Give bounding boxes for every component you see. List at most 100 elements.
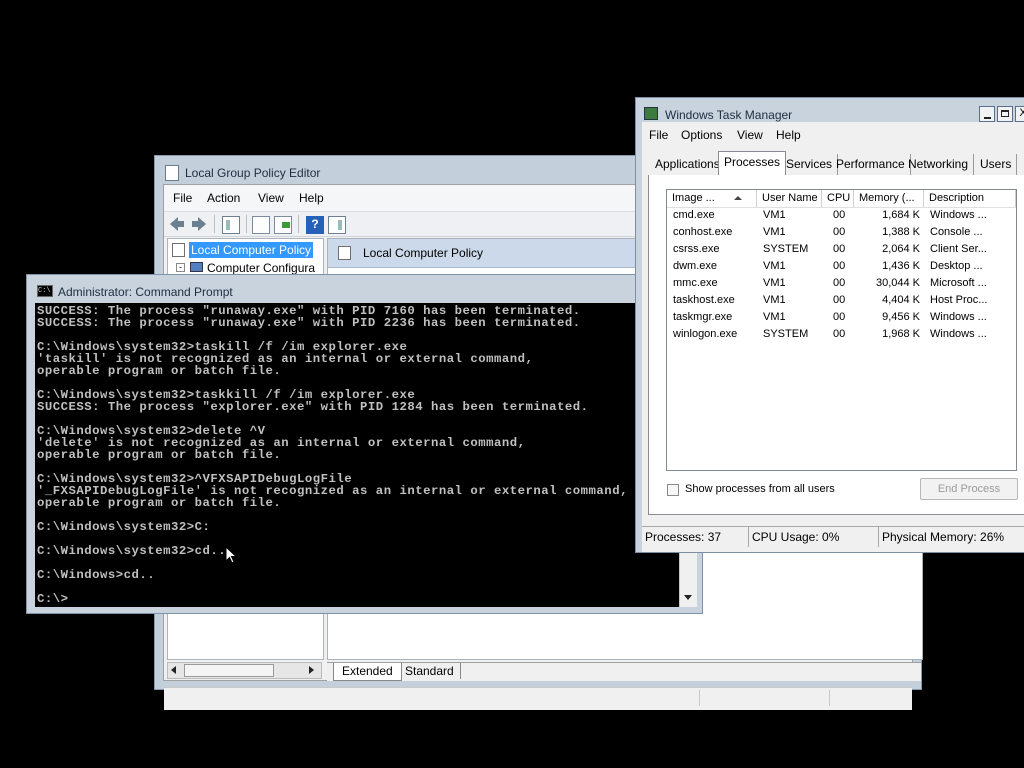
process-image-name: conhost.exe — [673, 226, 733, 238]
tm-menu-view[interactable]: View — [737, 128, 763, 142]
column-user-name[interactable]: User Name — [757, 190, 822, 207]
process-cpu: 00 — [833, 243, 846, 255]
process-description: Windows ... — [930, 209, 987, 221]
scroll-right-arrow-icon[interactable] — [309, 666, 314, 674]
process-rows: cmd.exe VM1 00 1,684 K Windows ... conhost.ex… — [667, 207, 1016, 467]
tab-networking[interactable]: Networking — [903, 154, 975, 175]
computer-icon — [190, 262, 203, 272]
process-cpu: 00 — [833, 260, 846, 272]
show-hide-tree-icon[interactable] — [222, 216, 240, 234]
end-process-button[interactable]: End Process — [920, 478, 1018, 500]
process-row[interactable]: cmd.exe VM1 00 1,684 K Windows ... — [667, 207, 1015, 224]
column-cpu[interactable]: CPU — [822, 190, 854, 207]
process-description: Host Proc... — [930, 294, 988, 306]
process-description: Windows ... — [930, 311, 987, 323]
tree-item-local-computer-policy[interactable]: Local Computer Policy — [172, 242, 318, 258]
column-description[interactable]: Description — [924, 190, 1016, 207]
process-memory: 4,404 K — [882, 294, 920, 306]
process-user-name: VM1 — [763, 226, 786, 238]
task-manager-app-icon — [644, 107, 658, 120]
column-label: Image ... — [672, 192, 715, 204]
collapse-box-icon[interactable]: - — [176, 263, 185, 272]
minimize-button[interactable] — [979, 106, 995, 122]
process-memory: 1,436 K — [882, 260, 920, 272]
tree-item-label: Local Computer Policy — [189, 242, 314, 258]
gpe-menu-file[interactable]: File — [173, 191, 192, 205]
forward-arrow-icon[interactable] — [191, 216, 207, 232]
gpe-window-title: Local Group Policy Editor — [185, 166, 321, 180]
process-description: Windows ... — [930, 328, 987, 340]
console-output[interactable]: SUCCESS: The process "runaway.exe" with … — [35, 303, 679, 607]
process-description: Console ... — [930, 226, 983, 238]
gpe-menu-view[interactable]: View — [258, 191, 284, 205]
gpe-menu-action[interactable]: Action — [207, 191, 240, 205]
maximize-button[interactable] — [997, 106, 1013, 122]
toolbar-separator — [214, 215, 215, 233]
tab-users[interactable]: Users — [975, 154, 1018, 175]
process-row[interactable]: mmc.exe VM1 00 30,044 K Microsoft ... — [667, 275, 1015, 292]
process-memory: 1,388 K — [882, 226, 920, 238]
process-image-name: mmc.exe — [673, 277, 718, 289]
process-row[interactable]: dwm.exe VM1 00 1,436 K Desktop ... — [667, 258, 1015, 275]
show-all-users-label[interactable]: Show processes from all users — [685, 483, 835, 495]
process-description: Client Ser... — [930, 243, 987, 255]
gpe-status-bar — [164, 687, 912, 710]
process-image-name: dwm.exe — [673, 260, 718, 272]
column-image-name[interactable]: Image ... — [667, 190, 757, 207]
process-image-name: taskmgr.exe — [673, 311, 733, 323]
tm-menu-file[interactable]: File — [649, 128, 668, 142]
tab-standard[interactable]: Standard — [399, 663, 461, 679]
tree-horizontal-scrollbar[interactable] — [167, 662, 322, 679]
sort-ascending-icon — [734, 196, 742, 200]
tab-extended[interactable]: Extended — [333, 663, 402, 681]
tm-menu-bar: File Options View Help — [642, 122, 1024, 144]
close-button[interactable]: X — [1015, 106, 1024, 122]
process-row[interactable]: conhost.exe VM1 00 1,388 K Console ... — [667, 224, 1015, 241]
tab-processes[interactable]: Processes — [718, 151, 787, 175]
process-list-header: Image ... User Name CPU Memory (... Desc… — [667, 190, 1016, 208]
status-physical-memory: Physical Memory: 26% — [882, 530, 1005, 544]
cmd-app-icon: C:\ — [37, 285, 53, 297]
show-all-users-checkbox[interactable] — [667, 484, 679, 496]
process-image-name: taskhost.exe — [673, 294, 735, 306]
process-description: Desktop ... — [930, 260, 983, 272]
policy-document-icon — [338, 246, 351, 260]
process-image-name: csrss.exe — [673, 243, 720, 255]
show-action-pane-icon[interactable] — [328, 216, 346, 234]
process-user-name: VM1 — [763, 294, 786, 306]
properties-icon[interactable] — [252, 216, 270, 234]
tab-applications[interactable]: Applications — [650, 154, 726, 175]
scroll-left-arrow-icon[interactable] — [171, 666, 176, 674]
process-cpu: 00 — [833, 209, 846, 221]
export-list-icon[interactable] — [274, 216, 292, 234]
process-row[interactable]: winlogon.exe SYSTEM 00 1,968 K Windows ... — [667, 326, 1015, 343]
help-icon[interactable]: ? — [306, 216, 324, 234]
process-memory: 1,684 K — [882, 209, 920, 221]
process-memory: 2,064 K — [882, 243, 920, 255]
process-cpu: 00 — [833, 311, 846, 323]
process-row[interactable]: taskhost.exe VM1 00 4,404 K Host Proc... — [667, 292, 1015, 309]
column-memory[interactable]: Memory (... — [854, 190, 924, 207]
process-row[interactable]: csrss.exe SYSTEM 00 2,064 K Client Ser... — [667, 241, 1015, 258]
process-user-name: SYSTEM — [763, 328, 809, 340]
tm-menu-options[interactable]: Options — [681, 128, 722, 142]
scroll-down-arrow-icon[interactable] — [684, 595, 692, 600]
process-user-name: SYSTEM — [763, 243, 809, 255]
status-panel — [699, 690, 830, 706]
process-cpu: 00 — [833, 328, 846, 340]
toolbar-separator — [246, 215, 247, 233]
back-arrow-icon[interactable] — [169, 216, 185, 232]
tab-performance[interactable]: Performance — [831, 154, 911, 175]
process-list[interactable]: Image ... User Name CPU Memory (... Desc… — [666, 189, 1017, 471]
gpe-menu-help[interactable]: Help — [299, 191, 324, 205]
tm-status-bar: Processes: 37 CPU Usage: 0% Physical Mem… — [642, 526, 1024, 549]
tab-services[interactable]: Services — [781, 154, 839, 175]
console-text: SUCCESS: The process "runaway.exe" with … — [37, 304, 628, 606]
tm-menu-help[interactable]: Help — [776, 128, 801, 142]
gpe-app-icon — [165, 165, 179, 181]
process-image-name: cmd.exe — [673, 209, 715, 221]
scroll-thumb[interactable] — [184, 664, 274, 677]
process-cpu: 00 — [833, 226, 846, 238]
process-row[interactable]: taskmgr.exe VM1 00 9,456 K Windows ... — [667, 309, 1015, 326]
process-user-name: VM1 — [763, 277, 786, 289]
